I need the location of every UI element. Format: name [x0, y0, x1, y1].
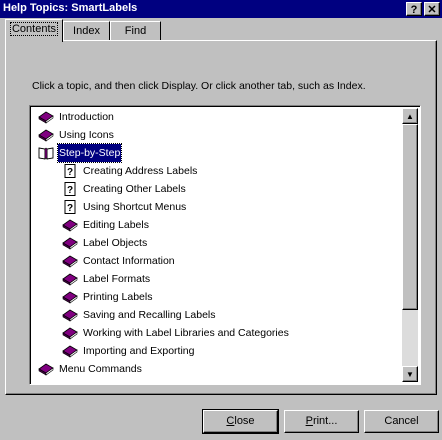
closed-book-icon	[38, 362, 54, 376]
help-page-icon: ?	[62, 200, 78, 214]
help-topics-dialog: Help Topics: SmartLabels ? ✕ Contents In…	[0, 0, 442, 440]
arrow-up-icon: ▲	[406, 111, 414, 121]
print-button-label: Print...	[305, 415, 338, 427]
tab-index-label: Index	[73, 25, 100, 37]
tree-item[interactable]: ? Using Shortcut Menus	[62, 198, 390, 216]
tree-item[interactable]: Editing Labels	[62, 216, 390, 234]
tab-find[interactable]: Find	[110, 21, 161, 41]
tab-contents[interactable]: Contents	[5, 19, 63, 42]
tree-item[interactable]: Saving and Recalling Labels	[62, 306, 390, 324]
closed-book-icon	[62, 326, 78, 340]
tree-item[interactable]: ? Creating Other Labels	[62, 180, 390, 198]
arrow-down-icon: ▼	[406, 369, 414, 379]
tab-find-label: Find	[124, 25, 147, 37]
tree-item-label: Working with Label Libraries and Categor…	[83, 327, 289, 339]
tree-item[interactable]: Menu Commands	[38, 360, 390, 378]
closed-book-icon	[62, 254, 78, 268]
tree-item-label: Step-by-Step	[56, 143, 123, 163]
help-page-icon: ?	[62, 164, 78, 178]
closed-book-icon	[62, 218, 78, 232]
tree-item[interactable]: Label Objects	[62, 234, 390, 252]
close-button[interactable]: Close	[202, 409, 279, 434]
tree-item-label: Using Icons	[59, 129, 114, 141]
help-button[interactable]: ?	[406, 2, 422, 16]
cancel-button[interactable]: Cancel	[364, 410, 439, 433]
tree-item-label: Contact Information	[83, 255, 175, 267]
tree-item[interactable]: Working with Label Libraries and Categor…	[62, 324, 390, 342]
title-bar: Help Topics: SmartLabels ? ✕	[0, 0, 442, 18]
tree-item[interactable]: Printing Labels	[62, 288, 390, 306]
closed-book-icon	[38, 110, 54, 124]
closed-book-icon	[62, 290, 78, 304]
tree-item-label: Creating Address Labels	[83, 165, 198, 177]
tree-item[interactable]: Importing and Exporting	[62, 342, 390, 360]
tree-item-label: Creating Other Labels	[83, 183, 186, 195]
closed-book-icon	[38, 128, 54, 142]
vertical-scrollbar[interactable]: ▲ ▼	[402, 108, 418, 382]
open-book-icon	[38, 146, 54, 160]
tree-item-label: Saving and Recalling Labels	[83, 309, 216, 321]
window-title: Help Topics: SmartLabels	[3, 2, 138, 14]
tree-item[interactable]: Step-by-Step	[38, 143, 390, 163]
tree-item-label: Label Formats	[83, 273, 151, 285]
closed-book-icon	[62, 272, 78, 286]
tree-item-label: Using Shortcut Menus	[83, 201, 187, 213]
scroll-up-button[interactable]: ▲	[402, 108, 418, 124]
tree-item-label: Editing Labels	[83, 219, 149, 231]
tab-index[interactable]: Index	[63, 21, 110, 41]
scroll-thumb[interactable]	[402, 124, 418, 310]
svg-text:?: ?	[67, 185, 73, 196]
tree-item-label: Menu Commands	[59, 363, 142, 375]
tree-item-label: Importing and Exporting	[83, 345, 195, 357]
closed-book-icon	[62, 236, 78, 250]
tree-item-label: Label Objects	[83, 237, 148, 249]
tree-item[interactable]: Introduction	[38, 108, 390, 126]
tree-item[interactable]: ? Creating Address Labels	[62, 162, 390, 180]
cancel-button-label: Cancel	[384, 415, 419, 427]
svg-text:?: ?	[67, 203, 73, 214]
tree-item[interactable]: Label Formats	[62, 270, 390, 288]
help-page-icon: ?	[62, 182, 78, 196]
close-window-button[interactable]: ✕	[424, 2, 440, 16]
close-button-label: Close	[226, 415, 255, 427]
closed-book-icon	[62, 308, 78, 322]
svg-text:?: ?	[67, 167, 73, 178]
tab-contents-label: Contents	[9, 22, 59, 36]
topics-tree[interactable]: Introduction Using Icons Step-by-Step? Crea…	[29, 105, 421, 385]
print-button[interactable]: Print...	[284, 410, 359, 433]
scroll-down-button[interactable]: ▼	[402, 366, 418, 382]
tree-item-label: Printing Labels	[83, 291, 153, 303]
closed-book-icon	[62, 344, 78, 358]
instruction-text: Click a topic, and then click Display. O…	[32, 80, 366, 92]
tree-item[interactable]: Contact Information	[62, 252, 390, 270]
tree-item-label: Introduction	[59, 111, 114, 123]
tree-item[interactable]: Using Icons	[38, 126, 390, 144]
